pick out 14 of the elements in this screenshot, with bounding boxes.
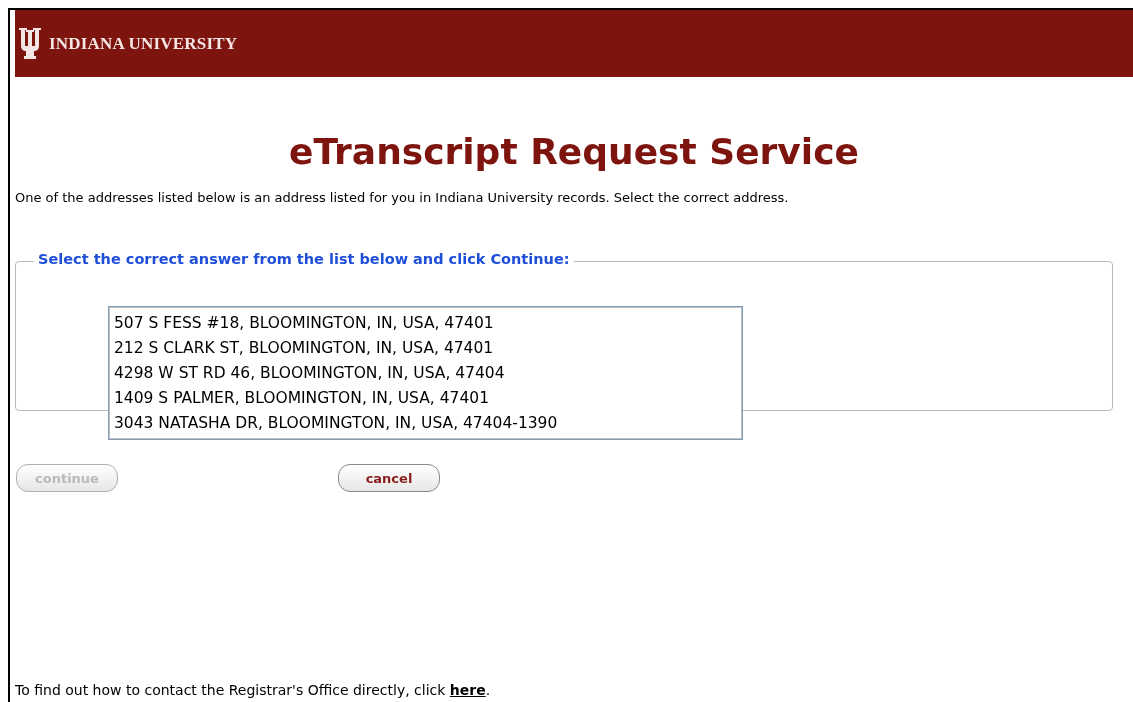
intro-text: One of the addresses listed below is an address listed for you in Indiana University records. Select the correct address. [15,190,790,205]
address-option[interactable]: 507 S FESS #18, BLOOMINGTON, IN, USA, 47401 [114,311,738,336]
cancel-button[interactable]: cancel [338,464,440,492]
group-legend: Select the correct answer from the list below and click Continue: [34,251,574,267]
here-link[interactable]: here [449,682,486,698]
trident-logo-icon [19,27,41,60]
contact-text: To find out how to contact the Registrar's Office directly, click here. [15,682,492,698]
address-option[interactable]: 212 S CLARK ST, BLOOMINGTON, IN, USA, 47401 [114,336,738,361]
page-title: eTranscript Request Service [289,130,859,174]
address-option[interactable]: 1409 S PALMER, BLOOMINGTON, IN, USA, 47401 [114,386,738,411]
address-option[interactable]: 4298 W ST RD 46, BLOOMINGTON, IN, USA, 47404 [114,361,738,386]
university-wordmark: INDIANA UNIVERSITY [49,33,238,54]
address-listbox[interactable] [108,306,743,440]
address-option[interactable]: 3043 NATASHA DR, BLOOMINGTON, IN, USA, 47404-1390 [114,411,738,436]
